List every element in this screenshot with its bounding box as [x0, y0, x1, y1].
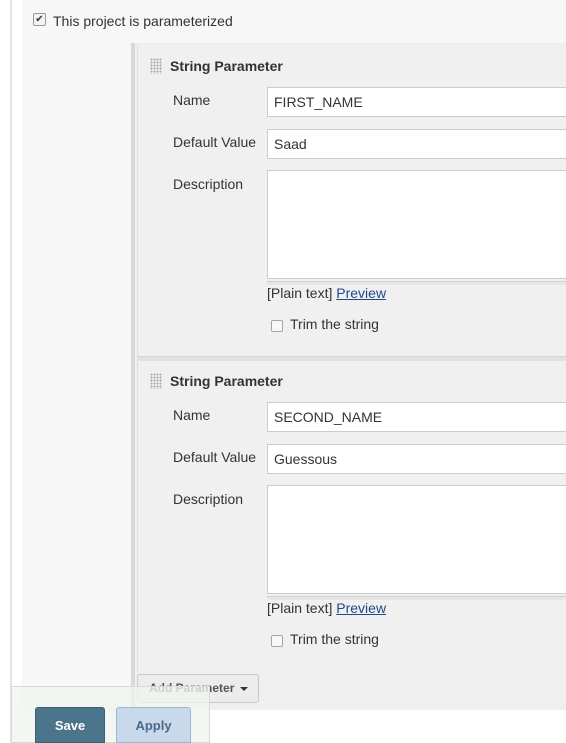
format-hint: [Plain text] Preview: [267, 285, 386, 301]
name-label: Name: [173, 92, 211, 108]
plain-text-label: [Plain text]: [267, 285, 333, 301]
trim-checkbox[interactable]: [271, 635, 283, 647]
drag-handle-icon[interactable]: [150, 58, 162, 74]
parameter-type-title: String Parameter: [170, 373, 283, 389]
description-textarea[interactable]: [267, 485, 566, 594]
description-label: Description: [173, 176, 244, 192]
default-value-label: Default Value: [173, 134, 257, 150]
caret-down-icon: [240, 687, 248, 691]
parameterized-label: This project is parameterized: [53, 13, 233, 29]
name-input[interactable]: FIRST_NAME: [267, 87, 566, 117]
name-input[interactable]: SECOND_NAME: [267, 402, 566, 432]
plain-text-label: [Plain text]: [267, 600, 333, 616]
drag-handle-icon[interactable]: [150, 373, 162, 389]
parameterized-checkbox[interactable]: ✔: [33, 13, 46, 26]
default-value-label: Default Value: [173, 449, 257, 465]
trim-checkbox[interactable]: [271, 320, 283, 332]
default-value-input[interactable]: Guessous: [267, 444, 566, 474]
section-divider: [10, 0, 12, 743]
trim-label: Trim the string: [290, 631, 379, 647]
job-config-page: ✔ This project is parameterized String P…: [0, 0, 566, 743]
description-label: Description: [173, 491, 244, 507]
trim-label: Trim the string: [290, 316, 379, 332]
default-value-input[interactable]: Saad: [267, 129, 566, 159]
apply-button[interactable]: Apply: [116, 707, 191, 743]
save-button[interactable]: Save: [35, 707, 105, 743]
preview-link[interactable]: Preview: [336, 285, 386, 301]
preview-link[interactable]: Preview: [336, 600, 386, 616]
format-hint: [Plain text] Preview: [267, 600, 386, 616]
name-label: Name: [173, 407, 211, 423]
description-textarea[interactable]: [267, 170, 566, 279]
parameter-type-title: String Parameter: [170, 58, 283, 74]
